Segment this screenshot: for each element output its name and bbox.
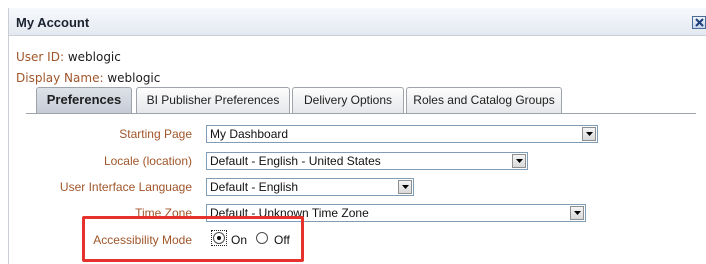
- tab-bi-publisher-preferences[interactable]: BI Publisher Preferences: [136, 87, 290, 113]
- tab-roles-and-catalog-groups[interactable]: Roles and Catalog Groups: [406, 87, 562, 113]
- chevron-down-icon: [512, 154, 526, 168]
- locale-select[interactable]: Default - English - United States: [206, 152, 528, 170]
- accessibility-on-radio[interactable]: [213, 232, 225, 244]
- ui-language-label: User Interface Language: [59, 180, 192, 194]
- user-id-value: weblogic: [67, 50, 121, 64]
- chevron-down-icon: [570, 206, 584, 220]
- close-button[interactable]: [692, 16, 706, 29]
- display-name-label: Display Name:: [16, 71, 104, 85]
- chevron-down-icon: [398, 180, 412, 194]
- accessibility-mode-label: Accessibility Mode: [93, 233, 192, 247]
- display-name-row: Display Name: weblogic: [16, 71, 160, 85]
- locale-value: Default - English - United States: [210, 154, 381, 168]
- starting-page-value: My Dashboard: [210, 127, 289, 141]
- tab-label: Roles and Catalog Groups: [413, 93, 555, 107]
- tab-preferences[interactable]: Preferences: [36, 87, 132, 113]
- chevron-down-icon: [582, 127, 596, 141]
- ui-language-select[interactable]: Default - English: [206, 178, 414, 196]
- tab-label: Preferences: [46, 92, 122, 107]
- time-zone-value: Default - Unknown Time Zone: [210, 206, 369, 220]
- starting-page-select[interactable]: My Dashboard: [206, 125, 598, 143]
- dialog-title: My Account: [16, 15, 90, 30]
- locale-label: Locale (location): [103, 154, 192, 168]
- display-name-value: weblogic: [107, 71, 161, 85]
- accessibility-off-label[interactable]: Off: [274, 233, 290, 247]
- dialog-titlebar: My Account: [9, 8, 706, 36]
- ui-language-value: Default - English: [210, 180, 299, 194]
- tab-label: BI Publisher Preferences: [146, 93, 280, 107]
- user-id-label: User ID:: [16, 50, 64, 64]
- tab-baseline: [26, 113, 696, 114]
- tab-delivery-options[interactable]: Delivery Options: [292, 87, 404, 113]
- time-zone-select[interactable]: Default - Unknown Time Zone: [206, 204, 586, 222]
- tab-label: Delivery Options: [303, 93, 393, 107]
- tab-bar: Preferences BI Publisher Preferences Del…: [36, 87, 596, 113]
- accessibility-on-label[interactable]: On: [231, 233, 247, 247]
- accessibility-off-radio[interactable]: [256, 232, 268, 244]
- user-id-row: User ID: weblogic: [16, 50, 121, 64]
- close-icon: [695, 18, 704, 27]
- time-zone-label: Time Zone: [135, 206, 192, 220]
- starting-page-label: Starting Page: [119, 127, 192, 141]
